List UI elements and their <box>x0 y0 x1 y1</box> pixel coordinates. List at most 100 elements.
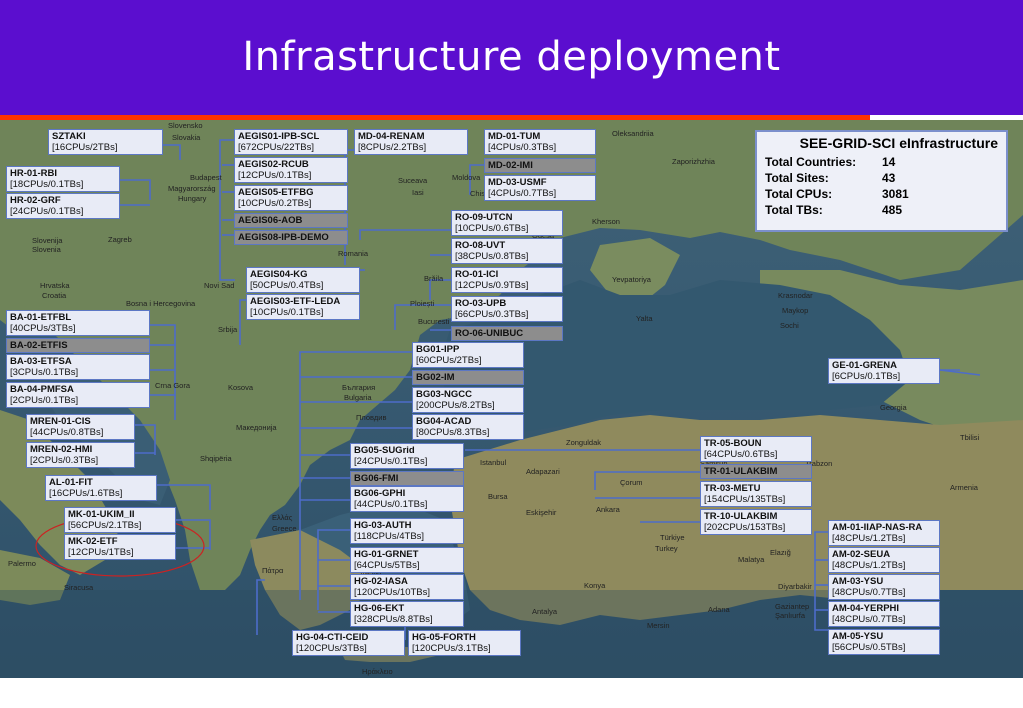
site-name: HG-01-GRNET <box>354 549 419 560</box>
site-resources: [10CPUs/0.6TBs] <box>455 223 529 234</box>
site-name: BA-03-ETFSA <box>10 356 72 367</box>
site-name: HG-03-AUTH <box>354 520 412 531</box>
site-resources: [4CPUs/0.3TBs] <box>488 142 557 153</box>
site-resources: [16CPUs/1.6TBs] <box>49 488 123 499</box>
map-place-label: Yalta <box>636 314 653 323</box>
site-ro-08-uvt: RO-08-UVT [38CPUs/0.8TBs] <box>451 238 563 264</box>
site-ba-02-etfis: BA-02-ETFIS <box>6 338 150 353</box>
map-place-label: Slovenija <box>32 236 63 245</box>
map-place-label: Tbilisi <box>960 433 980 442</box>
site-md-01-tum: MD-01-TUM [4CPUs/0.3TBs] <box>484 129 596 155</box>
map-place-label: Bucuresti <box>418 317 450 326</box>
site-ro-09-utcn: RO-09-UTCN [10CPUs/0.6TBs] <box>451 210 563 236</box>
site-aegis05-etfbg: AEGIS05-ETFBG [10CPUs/0.2TBs] <box>234 185 348 211</box>
site-mren-01-cis: MREN-01-CIS [44CPUs/0.8TBs] <box>26 414 135 440</box>
map-place-label: Eskişehir <box>526 508 557 517</box>
map-place-label: Kherson <box>592 217 620 226</box>
site-am-02-seua: AM-02-SEUA [48CPUs/1.2TBs] <box>828 547 940 573</box>
site-hg-06-ekt: HG-06-EKT [328CPUs/8.8TBs] <box>350 601 464 627</box>
site-name: HR-01-RBI <box>10 168 57 179</box>
summary-label: Total TBs: <box>765 203 823 217</box>
map-place-label: Kosova <box>228 383 254 392</box>
site-resources: [48CPUs/1.2TBs] <box>832 533 906 544</box>
summary-value: 14 <box>882 155 896 169</box>
map-place-label: Slovakia <box>172 133 201 142</box>
site-bg01-ipp: BG01-IPP [60CPUs/2TBs] <box>412 342 524 368</box>
site-resources: [328CPUs/8.8TBs] <box>354 614 433 625</box>
site-name: AM-05-YSU <box>832 631 884 642</box>
site-name: MD-02-IMI <box>488 160 533 171</box>
site-resources: [6CPUs/0.1TBs] <box>832 371 901 382</box>
site-bg06-fmi: BG06-FMI <box>350 471 464 486</box>
site-resources: [120CPUs/10TBs] <box>354 587 431 598</box>
map-place-label: Mersin <box>647 621 670 630</box>
map-place-label: Elazığ <box>770 548 791 557</box>
map-place-label: Adana <box>708 605 731 614</box>
map-place-label: Crna Gora <box>155 381 191 390</box>
site-name: TR-03-METU <box>704 483 761 494</box>
site-tr-03-metu: TR-03-METU [154CPUs/135TBs] <box>700 481 812 507</box>
site-resources: [56CPUs/2.1TBs] <box>68 520 142 531</box>
site-name: AEGIS01-IPB-SCL <box>238 131 320 142</box>
site-name: BG02-IM <box>416 372 455 383</box>
site-name: RO-06-UNIBUC <box>455 328 524 339</box>
site-mk-01-ukim-ii: MK-01-UKIM_II [56CPUs/2.1TBs] <box>64 507 176 533</box>
site-bg03-ngcc: BG03-NGCC [200CPUs/8.2TBs] <box>412 387 524 413</box>
site-name: AEGIS08-IPB-DEMO <box>238 232 329 243</box>
site-hg-03-auth: HG-03-AUTH [118CPUs/4TBs] <box>350 518 464 544</box>
site-name: MREN-02-HMI <box>30 444 93 455</box>
site-resources: [64CPUs/5TBs] <box>354 560 420 571</box>
site-name: AM-03-YSU <box>832 576 884 587</box>
map-place-label: Zaporizhzhia <box>672 157 716 166</box>
map-place-label: Slovenia <box>32 245 62 254</box>
site-hg-02-iasa: HG-02-IASA [120CPUs/10TBs] <box>350 574 464 600</box>
site-name: AEGIS05-ETFBG <box>238 187 314 198</box>
site-bg05-sugrid: BG05-SUGrid [24CPUs/0.1TBs] <box>350 443 464 469</box>
map-place-label: Adapazari <box>526 467 560 476</box>
site-name: AM-02-SEUA <box>832 549 891 560</box>
site-resources: [44CPUs/0.1TBs] <box>354 499 428 510</box>
map-place-label: Srbija <box>218 325 238 334</box>
site-bg04-acad: BG04-ACAD [80CPUs/8.3TBs] <box>412 414 524 440</box>
site-resources: [38CPUs/0.8TBs] <box>455 251 529 262</box>
site-resources: [4CPUs/0.7TBs] <box>488 188 557 199</box>
title-bar: Infrastructure deployment <box>0 0 1023 115</box>
site-ro-01-ici: RO-01-ICI [12CPUs/0.9TBs] <box>451 267 563 293</box>
site-hr-02-grf: HR-02-GRF [24CPUs/0.1TBs] <box>6 193 120 219</box>
summary-value: 43 <box>882 171 896 185</box>
site-name: MREN-01-CIS <box>30 416 91 427</box>
site-ba-01-etfbl: BA-01-ETFBL [40CPUs/3TBs] <box>6 310 150 336</box>
site-bg02-im: BG02-IM <box>412 370 524 385</box>
summary-row: Total TBs: 485 <box>765 202 998 218</box>
site-ba-03-etfsa: BA-03-ETFSA [3CPUs/0.1TBs] <box>6 354 150 380</box>
site-name: BG01-IPP <box>416 344 460 355</box>
site-name: RO-03-UPB <box>455 298 507 309</box>
map-place-label: Iasi <box>412 188 424 197</box>
site-name: HG-06-EKT <box>354 603 405 614</box>
site-resources: [24CPUs/0.1TBs] <box>10 206 84 217</box>
site-ro-03-upb: RO-03-UPB [66CPUs/0.3TBs] <box>451 296 563 322</box>
site-resources: [16CPUs/2TBs] <box>52 142 118 153</box>
site-resources: [2CPUs/0.3TBs] <box>30 455 99 466</box>
map-place-label: Shqipëria <box>200 454 233 463</box>
site-name: HG-02-IASA <box>354 576 408 587</box>
site-name: TR-01-ULAKBIM <box>704 466 778 477</box>
site-tr-01-ulakbim: TR-01-ULAKBIM <box>700 464 812 479</box>
site-am-01-iiap-nas-ra: AM-01-IIAP-NAS-RA [48CPUs/1.2TBs] <box>828 520 940 546</box>
map-place-label: България <box>342 383 375 392</box>
map-place-label: Armenia <box>950 483 979 492</box>
map-place-label: Croatia <box>42 291 67 300</box>
summary-row: Total CPUs: 3081 <box>765 186 998 202</box>
site-name: BG03-NGCC <box>416 389 472 400</box>
site-resources: [120CPUs/3TBs] <box>296 643 367 654</box>
map-place-label: Пловдив <box>356 413 386 422</box>
site-hg-01-grnet: HG-01-GRNET [64CPUs/5TBs] <box>350 547 464 573</box>
site-name: BG06-FMI <box>354 473 399 484</box>
map-place-label: Brăila <box>424 274 444 283</box>
map-place-label: Şanlıurfa <box>775 611 806 620</box>
map-place-label: Bulgaria <box>344 393 372 402</box>
site-resources: [120CPUs/3.1TBs] <box>412 643 491 654</box>
map-place-label: Zagreb <box>108 235 132 244</box>
site-name: SZTAKI <box>52 131 86 142</box>
site-name: RO-08-UVT <box>455 240 506 251</box>
